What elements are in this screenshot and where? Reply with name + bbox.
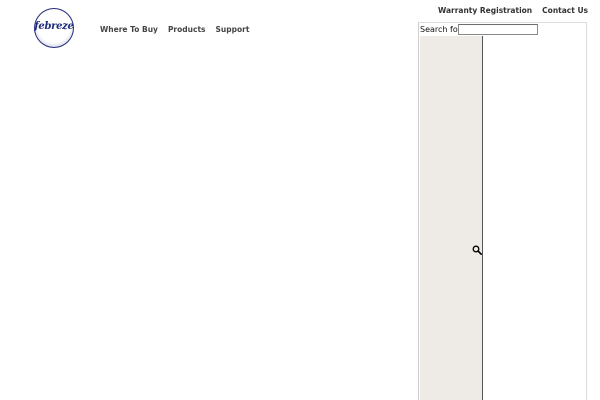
magnifier-icon[interactable] [472, 245, 482, 255]
nav-products[interactable]: Products [168, 25, 206, 34]
warranty-registration-link[interactable]: Warranty Registration [438, 6, 532, 15]
search-panel: Search for: [418, 22, 587, 400]
search-results-column [420, 36, 483, 400]
primary-nav: Where To Buy Products Support [100, 25, 249, 34]
page: febreze Where To Buy Products Support Wa… [0, 0, 600, 400]
febreze-logo[interactable]: febreze [34, 8, 74, 48]
nav-where-to-buy[interactable]: Where To Buy [100, 25, 158, 34]
utility-nav: Warranty Registration Contact Us [438, 6, 588, 15]
search-input[interactable] [458, 24, 538, 35]
contact-us-link[interactable]: Contact Us [542, 6, 588, 15]
nav-support[interactable]: Support [216, 25, 250, 34]
logo-wordmark: febreze [34, 21, 74, 32]
